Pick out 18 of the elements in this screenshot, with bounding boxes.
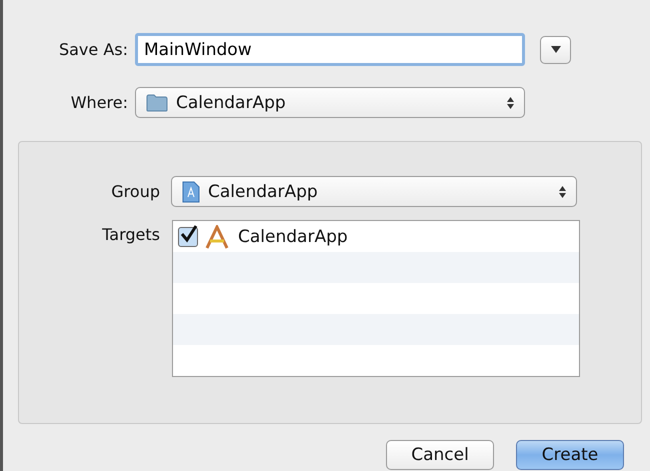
stepper-icon — [559, 186, 566, 198]
group-label: Group — [110, 182, 160, 201]
stepper-icon — [507, 96, 514, 108]
app-icon — [204, 224, 230, 248]
save-as-label: Save As: — [58, 40, 128, 59]
target-name[interactable]: CalendarApp — [238, 226, 348, 246]
checkbox[interactable] — [178, 226, 198, 246]
where-label: Where: — [70, 93, 128, 112]
create-button[interactable]: Create — [516, 440, 624, 470]
cancel-button[interactable]: Cancel — [386, 440, 494, 470]
where-popup[interactable]: CalendarApp — [135, 87, 525, 118]
caret-icon — [550, 46, 560, 53]
targets-label: Targets — [101, 225, 160, 244]
folder-icon — [146, 94, 168, 112]
save-as-field[interactable]: MainWindow — [135, 33, 525, 66]
expand-button[interactable] — [540, 36, 571, 64]
document-icon — [182, 180, 200, 202]
group-popup[interactable]: CalendarApp — [171, 176, 577, 207]
